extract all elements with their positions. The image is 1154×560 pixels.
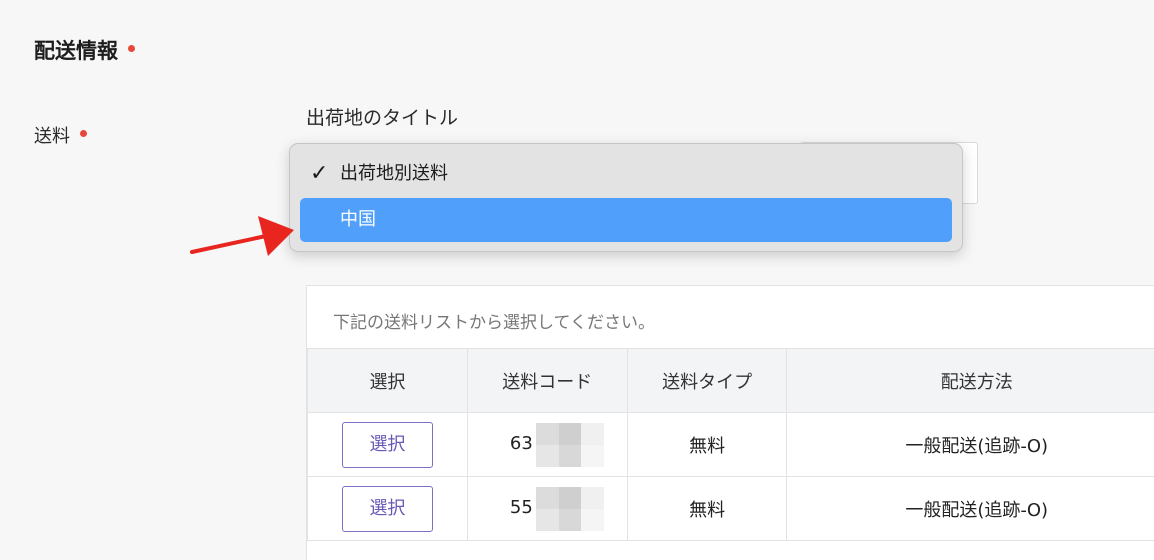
shipping-list-panel: 下記の送料リストから選択してください。 選択 送料コード 送料タイプ 配送方法 …: [306, 285, 1154, 560]
column-header: 送料タイプ: [626, 348, 788, 413]
origin-title: 出荷地のタイトル: [306, 107, 459, 129]
shipping-code: 63: [509, 433, 533, 454]
shipping-label-text: 送料: [34, 126, 70, 147]
code-cell: 63: [466, 412, 628, 477]
table-row: 選択 55 無料 一般配送(追跡-O): [307, 476, 1154, 541]
column-header: 配送方法: [786, 348, 1154, 413]
red-arrow-icon: [190, 216, 294, 256]
dropdown-option-highlighted[interactable]: 中国: [300, 198, 952, 242]
select-button[interactable]: 選択: [341, 421, 433, 468]
shipping-table: 選択 送料コード 送料タイプ 配送方法 選択 63 無料 一般配送(追跡-O) …: [307, 348, 1154, 541]
shipping-code: 55: [509, 497, 533, 518]
redacted-block: [535, 423, 604, 467]
redacted-block: [535, 487, 604, 531]
column-header: 送料コード: [466, 348, 628, 413]
select-cell: 選択: [307, 476, 468, 541]
code-cell: 55: [466, 476, 628, 541]
dropdown-option-label: 出荷地別送料: [340, 163, 448, 184]
required-dot: [128, 44, 135, 52]
list-hint: 下記の送料リストから選択してください。: [333, 313, 655, 333]
section-title-text: 配送情報: [34, 39, 118, 63]
shipping-field-label: 送料: [34, 122, 87, 148]
origin-dropdown-menu: ✓ 出荷地別送料 中国: [289, 143, 963, 252]
select-button[interactable]: 選択: [341, 485, 433, 532]
shipping-method: 一般配送(追跡-O): [786, 476, 1154, 541]
column-header: 選択: [307, 348, 468, 413]
shipping-type: 無料: [626, 412, 788, 477]
select-cell: 選択: [307, 412, 468, 477]
table-header-row: 選択 送料コード 送料タイプ 配送方法: [307, 348, 1154, 413]
required-dot: [80, 129, 87, 137]
shipping-method: 一般配送(追跡-O): [786, 412, 1154, 477]
checkmark-icon: ✓: [310, 161, 329, 186]
shipping-type: 無料: [626, 476, 788, 541]
dropdown-option-checked[interactable]: ✓ 出荷地別送料: [300, 152, 952, 196]
dropdown-option-label: 中国: [340, 209, 376, 230]
section-title: 配送情報: [34, 35, 135, 65]
table-row: 選択 63 無料 一般配送(追跡-O): [307, 412, 1154, 477]
